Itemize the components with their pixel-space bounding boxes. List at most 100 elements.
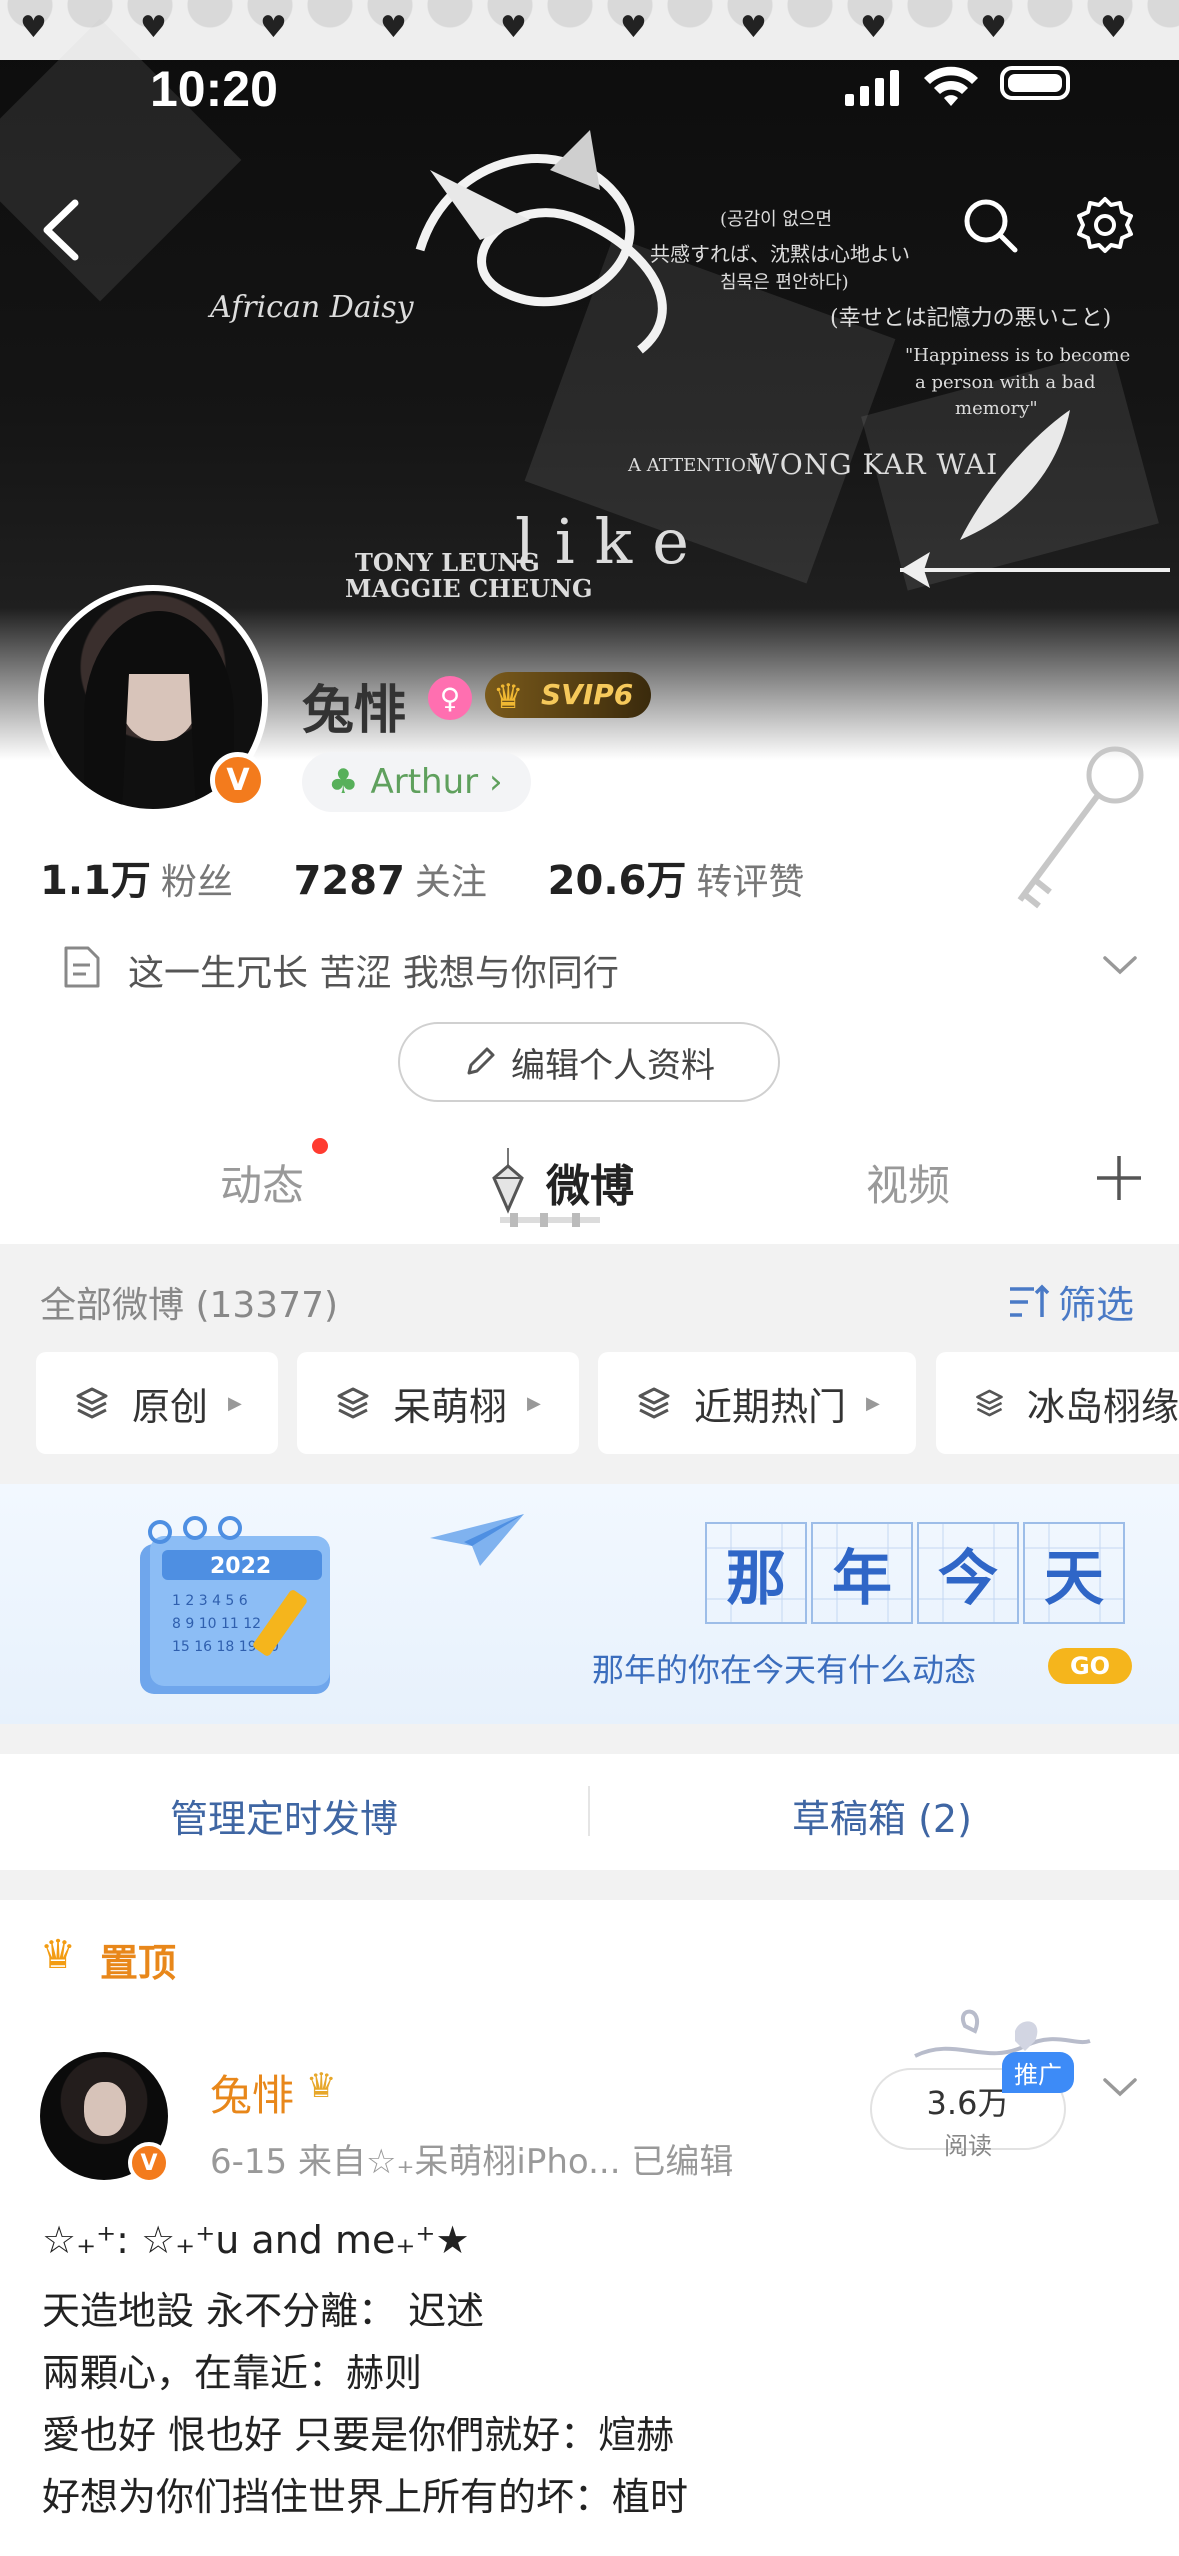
arrow-art [900, 552, 1170, 588]
following-label: 关注 [414, 862, 487, 903]
layers-icon [976, 1389, 1003, 1417]
art-text: "Happiness is to become [905, 345, 1131, 366]
all-weibo-count: 全部微博 (13377) [40, 1285, 339, 1326]
memory-subtitle: 那年的你在今天有什么动态 [592, 1651, 977, 1689]
schedule-posts-button[interactable]: 管理定时发博 [170, 1788, 398, 1843]
chevron-down-icon[interactable] [1100, 950, 1140, 980]
layers-icon [337, 1387, 369, 1419]
svip-badge[interactable]: ♛ SVIP6 [485, 672, 652, 718]
heart-icon: ♥ [20, 10, 47, 45]
post-text-line: 好想为你们挡住世界上所有的坏：植时 [42, 2475, 689, 2519]
wifi-icon [924, 66, 978, 106]
chip-label: 冰岛栩缘 [1026, 1384, 1179, 1429]
heart-icon: ♥ [500, 10, 527, 45]
art-text: MAGGIE CHEUNG [345, 574, 593, 603]
gear-icon[interactable] [1075, 195, 1135, 255]
tab-indicator [500, 1213, 600, 1227]
heart-icon: ♥ [260, 10, 287, 45]
art-text: African Daisy [210, 290, 414, 325]
filter-label: 筛选 [1058, 1283, 1135, 1327]
group-chip[interactable]: ♣ Arthur › [302, 752, 531, 812]
read-label: 阅读 [944, 2132, 992, 2160]
battery-icon [1000, 66, 1070, 100]
post-text-line: 兩顆心，在靠近：赫则 [42, 2351, 423, 2395]
post-text-line: ☆₊⁺: ☆₊⁺u and me₊⁺★ [42, 2218, 470, 2262]
section-gap [0, 1724, 1179, 1754]
chip-hot[interactable]: 近期热门 ▶ [598, 1352, 916, 1454]
drafts-button[interactable]: 草稿箱 (2) [792, 1788, 972, 1843]
calendar-year: 2022 [210, 1554, 271, 1579]
svg-text:1 2 3 4 5 6: 1 2 3 4 5 6 [172, 1593, 248, 1609]
notification-dot [312, 1138, 328, 1154]
signal-icon [845, 70, 899, 106]
filter-button[interactable]: 筛选 [1008, 1274, 1134, 1329]
female-icon: ♀ [428, 676, 472, 720]
pencil-icon [467, 1047, 495, 1075]
heart-icon: ♥ [740, 10, 767, 45]
layers-icon [76, 1387, 108, 1419]
divider [588, 1786, 590, 1836]
art-text: TONY LEUNG [355, 548, 540, 577]
art-text: 침묵은 편안하다) [720, 272, 849, 293]
back-icon[interactable] [35, 195, 95, 265]
edit-profile-label: 编辑个人资料 [511, 1045, 715, 1086]
plus-icon[interactable] [1093, 1152, 1145, 1204]
chevron-down-icon[interactable] [1100, 2072, 1140, 2102]
paper-plane-icon [430, 1514, 524, 1566]
layers-icon [638, 1387, 670, 1419]
chip-label: 原创 [132, 1384, 209, 1429]
memory-title-char: 今 [917, 1522, 1019, 1624]
followers-count[interactable]: 1.1万 [40, 858, 151, 904]
heart-icon: ♥ [980, 10, 1007, 45]
chip-label: 近期热门 [694, 1384, 847, 1429]
go-button[interactable]: GO [1048, 1648, 1132, 1684]
tab-dongtai[interactable]: 动态 [220, 1152, 304, 1213]
tab-video[interactable]: 视频 [866, 1152, 950, 1213]
calendar-icon: 2022 1 2 3 4 5 6 8 9 10 11 12 15 16 18 1… [140, 1516, 330, 1694]
search-icon[interactable] [960, 195, 1020, 255]
tab-weibo[interactable]: 微博 [546, 1150, 634, 1214]
post-author-name[interactable]: 兔悱 [210, 2062, 294, 2123]
verified-badge-icon: V [210, 752, 266, 808]
lace-border: ♥ ♥ ♥ ♥ ♥ ♥ ♥ ♥ ♥ ♥ [0, 0, 1179, 60]
post-text-line: 天造地設 永不分離： 迟述 [42, 2289, 485, 2333]
clover-icon: ♣ [328, 762, 359, 802]
memory-title-char: 那 [705, 1522, 807, 1624]
art-text: like [515, 505, 709, 578]
art-text: (공감이 없으면 [720, 209, 833, 230]
following-count[interactable]: 7287 [294, 858, 405, 904]
crown-icon: ♛ [493, 677, 524, 717]
heart-icon: ♥ [860, 10, 887, 45]
memory-title-char: 天 [1023, 1522, 1125, 1624]
art-text: a person with a bad [915, 372, 1096, 393]
edit-profile-button[interactable]: 编辑个人资料 [398, 1022, 780, 1102]
pinned-label: 置顶 [100, 1941, 177, 1985]
svip-label: SVIP6 [541, 678, 634, 711]
art-text: (幸せとは記憶力の悪いこと) [830, 306, 1112, 331]
chip-group[interactable]: 呆萌栩 ▶ [297, 1352, 579, 1454]
profile-bio: 这一生冗长 苦涩 我想与你同行 [128, 953, 619, 994]
post-text-line: 愛也好 恨也好 只要是你們就好：煊赫 [42, 2413, 675, 2457]
likes-label: 转评赞 [696, 862, 805, 903]
filter-icon [1010, 1284, 1050, 1317]
promote-tag[interactable]: 推广 [1002, 2052, 1074, 2093]
crown-icon: ♛ [40, 1932, 76, 1978]
group-label: Arthur [370, 762, 479, 802]
section-gap [0, 1870, 1179, 1900]
heart-icon: ♥ [380, 10, 407, 45]
profile-stats: 1.1万 粉丝 7287 关注 20.6万 转评赞 [40, 848, 852, 906]
document-icon [64, 946, 100, 988]
art-text: A ATTENTION [628, 455, 762, 476]
memory-title-char: 年 [811, 1522, 913, 1624]
followers-label: 粉丝 [160, 862, 233, 903]
post-meta: 6-15 来自☆₊呆萌栩iPho... 已编辑 [210, 2142, 734, 2182]
profile-name: 兔悱 [302, 681, 407, 741]
chip-iceland[interactable]: 冰岛栩缘 [936, 1352, 1179, 1454]
feather-art [960, 410, 1070, 540]
heart-icon: ♥ [620, 10, 647, 45]
heart-icon: ♥ [140, 10, 167, 45]
status-time: 10:20 [150, 61, 278, 117]
chip-original[interactable]: 原创 ▶ [36, 1352, 278, 1454]
chip-label: 呆萌栩 [393, 1384, 508, 1429]
likes-count[interactable]: 20.6万 [548, 858, 687, 904]
